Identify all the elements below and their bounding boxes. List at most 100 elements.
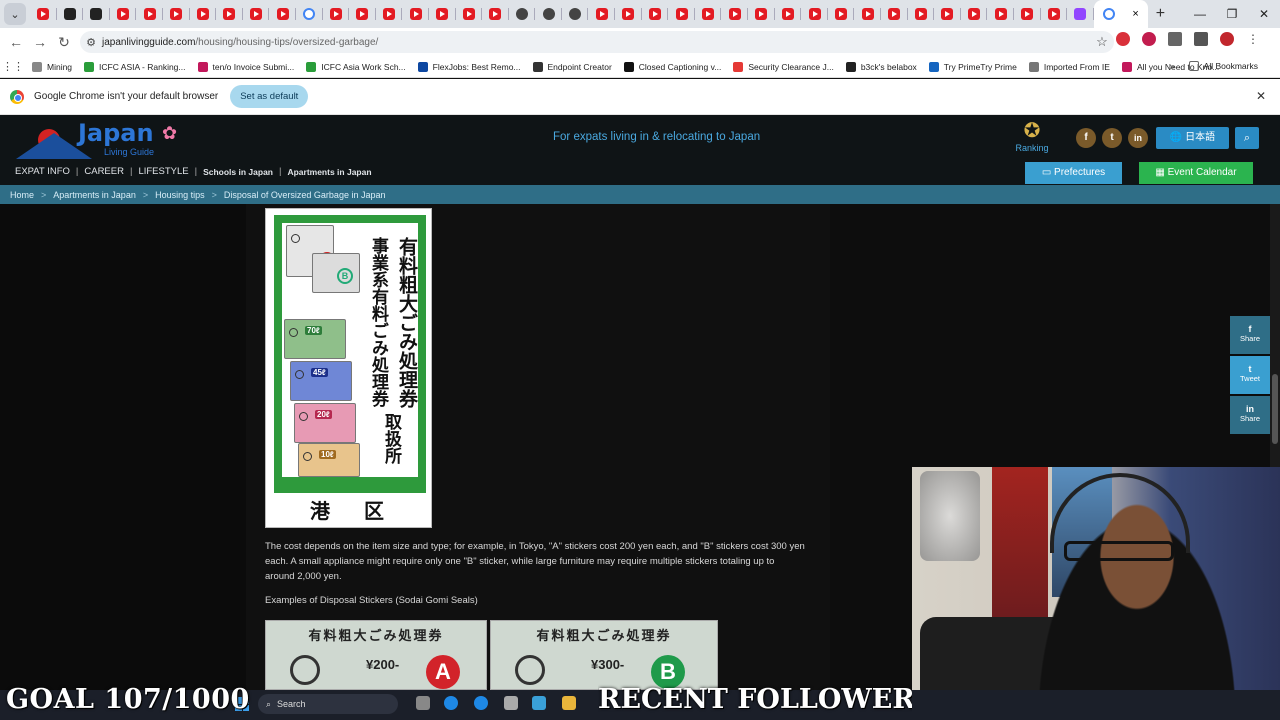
browser-tab[interactable] <box>402 0 429 28</box>
browser-tab[interactable] <box>163 0 190 28</box>
app-icon[interactable] <box>504 696 518 710</box>
browser-tab[interactable] <box>509 0 536 28</box>
browser-tab[interactable] <box>535 0 562 28</box>
share-linkedin-button[interactable]: in Share <box>1230 396 1270 434</box>
share-facebook-button[interactable]: f Share <box>1230 316 1270 354</box>
browser-tab[interactable] <box>828 0 855 28</box>
task-view-icon[interactable] <box>416 696 430 710</box>
browser-tab[interactable] <box>881 0 908 28</box>
browser-tab[interactable] <box>57 0 84 28</box>
bookmark-item[interactable]: Imported From IE <box>1028 61 1110 72</box>
browser-tab[interactable] <box>83 0 110 28</box>
taskbar-search[interactable]: ⌕ Search <box>258 694 398 714</box>
browser-tab[interactable] <box>775 0 802 28</box>
browser-tab[interactable] <box>190 0 217 28</box>
browser-tab[interactable] <box>588 0 615 28</box>
browser-tab[interactable] <box>30 0 57 28</box>
bookmark-star-icon[interactable]: ☆ <box>1090 34 1114 50</box>
close-infobar-icon[interactable]: ✕ <box>1256 89 1266 103</box>
browser-tab[interactable] <box>562 0 589 28</box>
nav-expat-info[interactable]: EXPAT INFO <box>15 166 70 177</box>
browser-tab[interactable] <box>1067 0 1094 28</box>
browser-tab[interactable] <box>323 0 350 28</box>
browser-tab[interactable] <box>695 0 722 28</box>
browser-tab[interactable] <box>482 0 509 28</box>
twitter-icon[interactable]: t <box>1102 128 1122 148</box>
browser-tab[interactable] <box>1014 0 1041 28</box>
bookmark-item[interactable]: ICFC Asia Work Sch... <box>306 61 406 72</box>
browser-tab[interactable] <box>1041 0 1068 28</box>
apps-grid-icon[interactable]: ⋮⋮ <box>0 60 26 73</box>
browser-tab[interactable] <box>349 0 376 28</box>
address-bar[interactable]: ⚙ japanlivingguide.com/housing/housing-t… <box>80 31 1114 53</box>
nav-apartments[interactable]: Apartments in Japan <box>287 167 371 177</box>
browser-tab[interactable] <box>642 0 669 28</box>
back-icon[interactable]: ← <box>4 34 28 50</box>
browser-tab[interactable] <box>243 0 270 28</box>
store-icon[interactable] <box>562 696 576 710</box>
bookmark-item[interactable]: Closed Captioning v... <box>623 61 721 72</box>
browser-tab[interactable] <box>269 0 296 28</box>
breadcrumb-housing-tips[interactable]: Housing tips <box>155 190 205 200</box>
browser-tab[interactable] <box>748 0 775 28</box>
prefectures-button[interactable]: ▭ Prefectures <box>1025 162 1122 184</box>
site-logo[interactable]: Japan Living Guide ✿ <box>12 119 192 163</box>
puzzle-icon[interactable] <box>1168 32 1182 46</box>
browser-tab[interactable] <box>801 0 828 28</box>
reload-icon[interactable]: ↻ <box>52 34 76 51</box>
bookmark-item[interactable]: Try PrimeTry Prime <box>928 61 1017 72</box>
browser-tab[interactable] <box>110 0 137 28</box>
facebook-icon[interactable]: f <box>1076 128 1096 148</box>
breadcrumb-apartments[interactable]: Apartments in Japan <box>53 190 136 200</box>
nav-schools[interactable]: Schools in Japan <box>203 167 273 177</box>
ranking-link[interactable]: ✪ Ranking <box>1012 119 1052 153</box>
site-info-icon[interactable]: ⚙ <box>80 36 102 49</box>
nav-lifestyle[interactable]: LIFESTYLE <box>138 166 188 177</box>
breadcrumb-current[interactable]: Disposal of Oversized Garbage in Japan <box>224 190 386 200</box>
share-twitter-button[interactable]: t Tweet <box>1230 356 1270 394</box>
browser-tab[interactable] <box>429 0 456 28</box>
close-window-button[interactable]: ✕ <box>1248 0 1280 28</box>
bookmark-item[interactable]: Security Clearance J... <box>733 61 834 72</box>
bookmark-item[interactable]: ICFC ASIA - Ranking... <box>84 61 186 72</box>
mail-icon[interactable] <box>532 696 546 710</box>
adblock-icon[interactable] <box>1116 32 1130 46</box>
nav-career[interactable]: CAREER <box>84 166 124 177</box>
browser-tab[interactable] <box>136 0 163 28</box>
bookmarks-more-icon[interactable]: » <box>1170 61 1175 71</box>
event-calendar-button[interactable]: ▦ Event Calendar <box>1139 162 1253 184</box>
browser-tab[interactable] <box>615 0 642 28</box>
bookmark-item[interactable]: Mining <box>32 61 72 72</box>
bookmark-item[interactable]: FlexJobs: Best Remo... <box>417 61 521 72</box>
browser-tab[interactable] <box>908 0 935 28</box>
profile-avatar-icon[interactable] <box>1220 32 1234 46</box>
minimize-button[interactable]: — <box>1184 0 1216 28</box>
site-search-icon[interactable]: ⌕ <box>1235 127 1259 149</box>
browser-tab[interactable] <box>934 0 961 28</box>
forward-icon[interactable]: → <box>28 34 52 50</box>
browser-tab[interactable] <box>668 0 695 28</box>
linkedin-icon[interactable]: in <box>1128 128 1148 148</box>
browser-tab[interactable] <box>961 0 988 28</box>
browser-tab[interactable] <box>854 0 881 28</box>
set-default-button[interactable]: Set as default <box>230 85 309 108</box>
extension-icon[interactable] <box>1142 32 1156 46</box>
menu-icon[interactable]: ⋮ <box>1246 32 1260 46</box>
close-tab-icon[interactable]: × <box>1132 8 1138 20</box>
browser-tab-active[interactable]: × <box>1093 0 1148 28</box>
bookmark-item[interactable]: b3ck's belabox <box>845 61 917 72</box>
all-bookmarks-button[interactable]: All Bookmarks <box>1188 61 1258 71</box>
browser-tab[interactable] <box>376 0 403 28</box>
new-tab-button[interactable]: + <box>1156 5 1165 23</box>
skype-icon[interactable] <box>474 696 488 710</box>
browser-tab[interactable] <box>456 0 483 28</box>
restore-button[interactable]: ❐ <box>1216 0 1248 28</box>
bookmark-item[interactable]: ten/o Invoice Submi... <box>197 61 294 72</box>
tab-search-dropdown[interactable]: ⌄ <box>4 3 26 25</box>
reading-list-icon[interactable] <box>1194 32 1208 46</box>
breadcrumb-home[interactable]: Home <box>10 190 34 200</box>
bookmark-item[interactable]: Endpoint Creator <box>532 61 612 72</box>
browser-tab[interactable] <box>296 0 323 28</box>
browser-tab[interactable] <box>987 0 1014 28</box>
scrollbar-thumb[interactable] <box>1272 374 1278 444</box>
